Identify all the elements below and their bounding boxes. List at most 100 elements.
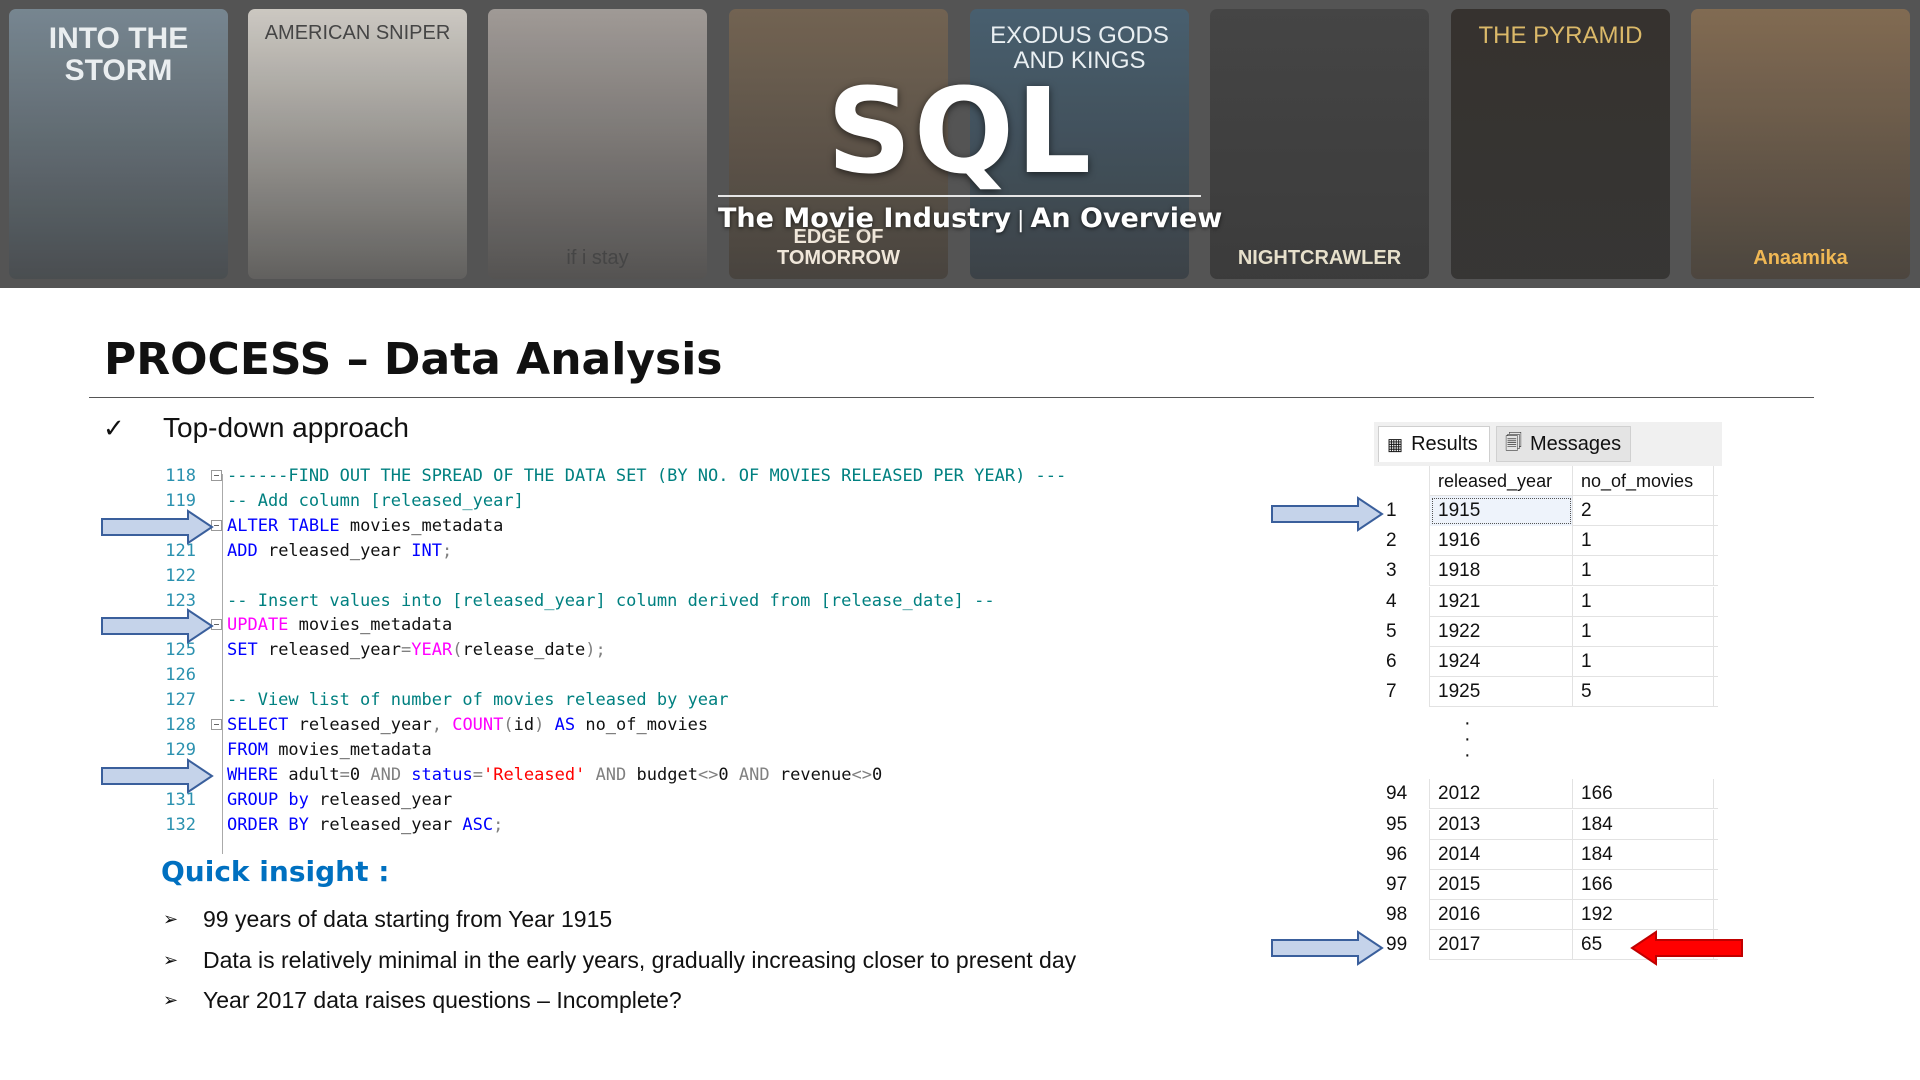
column-header-released-year[interactable]: released_year [1430,466,1573,496]
results-tabbar: ▦ Results 🗐 Messages [1374,422,1722,466]
code-token: movies_metadata [298,615,453,636]
cell-released-year[interactable]: 2017 [1430,930,1573,961]
tab-results[interactable]: ▦ Results [1378,426,1490,462]
code-token: status [411,764,473,785]
code-line: 121 ADD released_year INT; [150,539,1130,564]
code-token: ASC [462,814,494,835]
line-number: 127 [165,690,196,711]
cell-no-of-movies[interactable]: 2 [1573,496,1714,526]
code-token: -- View list of number of movies release… [227,690,729,711]
code-token: movies_metadata [349,515,504,536]
cell-released-year[interactable]: 2012 [1430,779,1573,810]
cell-released-year[interactable]: 2013 [1430,809,1573,840]
table-row: 94 2012 166 [1374,779,1718,810]
code-token: = [401,640,412,661]
code-line: 129 FROM movies_metadata [150,738,1130,763]
line-number: 128 [165,715,196,735]
bullet-arrow-icon: ➢ [163,990,179,1010]
code-token: AND [738,764,780,785]
row-number: 6 [1374,647,1430,677]
code-line: 123 -- Insert values into [released_year]… [150,589,1130,614]
code-text: UPDATE movies_metadata [227,613,452,638]
row-number: 96 [1374,839,1430,870]
code-token: released_year [319,814,463,835]
insight-text: Year 2017 data raises questions – Incomp… [203,987,682,1013]
code-token: 0 [872,764,883,785]
collapse-icon[interactable] [211,719,222,730]
cell-released-year[interactable]: 1924 [1430,647,1573,677]
page-title: PROCESS – Data Analysis [104,334,723,385]
code-line: 124UPDATE movies_metadata [150,613,1130,638]
row-number: 7 [1374,677,1430,708]
collapse-icon[interactable] [211,470,222,481]
banner-divider [718,195,1201,197]
cell-no-of-movies[interactable]: 184 [1573,809,1714,840]
code-token: WHERE [227,764,289,785]
cell-released-year[interactable]: 1922 [1430,616,1573,647]
banner-subtitle: The Movie Industry | An Overview [718,203,1222,234]
cell-no-of-movies[interactable]: 1 [1573,526,1714,557]
cell-released-year[interactable]: 2016 [1430,900,1573,931]
cell-no-of-movies[interactable]: 1 [1573,586,1714,617]
checkmark-icon: ✓ [103,412,125,443]
code-token: SET [227,640,268,661]
cell-no-of-movies[interactable]: 192 [1573,900,1714,931]
results-panel: ▦ Results 🗐 Messages released_year no_of_… [1374,422,1724,967]
code-line: 132 ORDER BY released_year ASC; [150,813,1130,838]
row-number: 95 [1374,809,1430,840]
column-header-no-of-movies[interactable]: no_of_movies [1573,466,1714,496]
line-number: 132 [165,814,196,835]
cell-no-of-movies[interactable]: 1 [1573,616,1714,647]
cell-released-year[interactable]: 1921 [1430,586,1573,617]
code-token: <> [851,764,872,785]
cell-released-year[interactable]: 1918 [1430,556,1573,587]
cell-no-of-movies[interactable]: 1 [1573,556,1714,587]
code-line: 125 SET released_year=YEAR(release_date); [150,638,1130,663]
table-row: 4 1921 1 [1374,586,1718,617]
insight-text: 99 years of data starting from Year 1915 [203,906,613,932]
code-token: , [431,715,453,735]
code-text: ORDER BY released_year ASC; [227,813,503,838]
cell-released-year[interactable]: 2014 [1430,839,1573,870]
cell-no-of-movies[interactable]: 5 [1573,677,1714,708]
code-token: UPDATE [227,615,299,636]
insight-item: ➢ 99 years of data starting from Year 191… [163,906,612,933]
tab-messages[interactable]: 🗐 Messages [1496,426,1631,462]
cell-released-year[interactable]: 1916 [1430,526,1573,557]
code-text: WHERE adult=0 AND status='Released' AND … [227,763,882,788]
messages-icon: 🗐 [1505,432,1522,452]
arrow-where-clause-icon [101,758,214,794]
code-token: revenue [779,764,852,785]
code-text: -- View list of number of movies release… [227,688,729,713]
cell-released-year[interactable]: 1915 [1430,496,1573,526]
cell-no-of-movies[interactable]: 184 [1573,839,1714,870]
insight-item: ➢ Data is relatively minimal in the early… [163,947,1076,974]
code-token: AS [554,715,586,735]
cell-no-of-movies[interactable]: 166 [1573,779,1714,810]
code-token: AND [595,764,637,785]
code-token: 0 [718,764,739,785]
code-token: ------FIND OUT THE SPREAD OF THE DATA SE… [227,466,1067,486]
code-token: ( [452,640,463,661]
code-token: movies_metadata [278,739,432,760]
code-line: 119 -- Add column [released_year] [150,489,1130,514]
code-token: COUNT [452,715,504,735]
main-bullet: ✓ Top-down approach [103,412,409,444]
cell-released-year[interactable]: 2015 [1430,870,1573,900]
cell-no-of-movies[interactable]: 1 [1573,647,1714,677]
code-token: ALTER TABLE [227,515,350,536]
code-token: = [339,764,350,785]
banner-subtitle-left: The Movie Industry [718,203,1012,234]
cell-no-of-movies[interactable]: 166 [1573,870,1714,900]
ellipsis-dot: · [1464,744,1471,767]
table-row: 98 2016 192 [1374,900,1718,931]
row-number: 5 [1374,616,1430,647]
bullet-arrow-icon: ➢ [163,909,179,929]
code-token: released_year [298,715,432,735]
rows-omitted-gap: · · · [1374,708,1724,779]
code-line: 127 -- View list of number of movies rele… [150,688,1130,713]
tab-messages-label: Messages [1529,432,1622,455]
code-token: AND [370,764,412,785]
cell-released-year[interactable]: 1925 [1430,677,1573,708]
red-arrow-2017-icon [1630,930,1743,966]
